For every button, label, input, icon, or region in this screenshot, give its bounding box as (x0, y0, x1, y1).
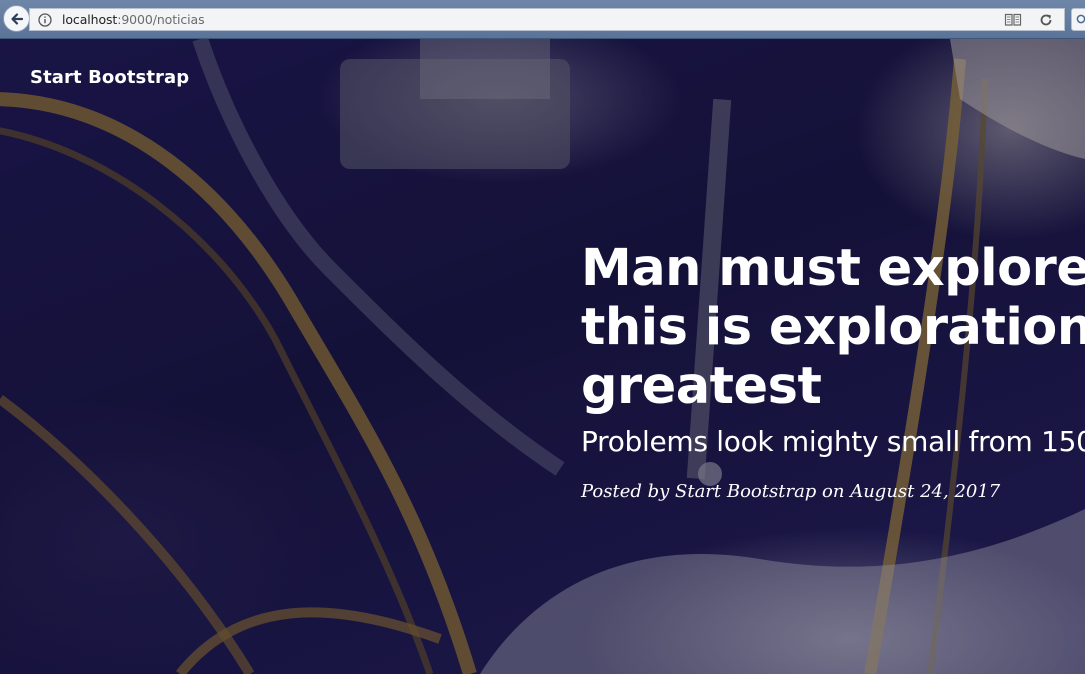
post-title-line-3: greatest (581, 357, 822, 416)
url-text[interactable]: localhost:9000/noticias (62, 12, 205, 27)
post-meta: Posted by Start Bootstrap on August 24, … (581, 479, 1085, 505)
reload-icon[interactable] (1038, 12, 1054, 28)
post-heading: Man must explore, and this is exploratio… (581, 239, 1085, 505)
address-bar[interactable]: localhost:9000/noticias (29, 8, 1065, 31)
search-box[interactable] (1071, 8, 1085, 31)
post-meta-on: on (816, 481, 851, 502)
post-date: August 24, 2017 (850, 481, 1001, 502)
post-meta-prefix: Posted by (581, 481, 675, 502)
post-title: Man must explore, and this is exploratio… (581, 239, 1085, 416)
back-button[interactable] (3, 5, 30, 32)
post-title-line-2: this is exploration at its (581, 298, 1085, 357)
url-path: :9000/noticias (117, 12, 205, 27)
browser-toolbar: localhost:9000/noticias (0, 0, 1085, 39)
reader-view-icon[interactable] (1004, 12, 1022, 27)
search-icon (1076, 14, 1085, 23)
page-viewport: Start Bootstrap Man must explore, and th… (0, 39, 1085, 674)
navbar-brand[interactable]: Start Bootstrap (30, 67, 189, 88)
post-subtitle: Problems look mighty small from 150 mile… (581, 425, 1085, 458)
back-arrow-icon (10, 12, 23, 25)
post-author-link[interactable]: Start Bootstrap (675, 481, 816, 502)
url-host: localhost (62, 12, 118, 27)
info-icon[interactable] (38, 12, 52, 27)
post-title-line-1: Man must explore, and (581, 239, 1085, 298)
